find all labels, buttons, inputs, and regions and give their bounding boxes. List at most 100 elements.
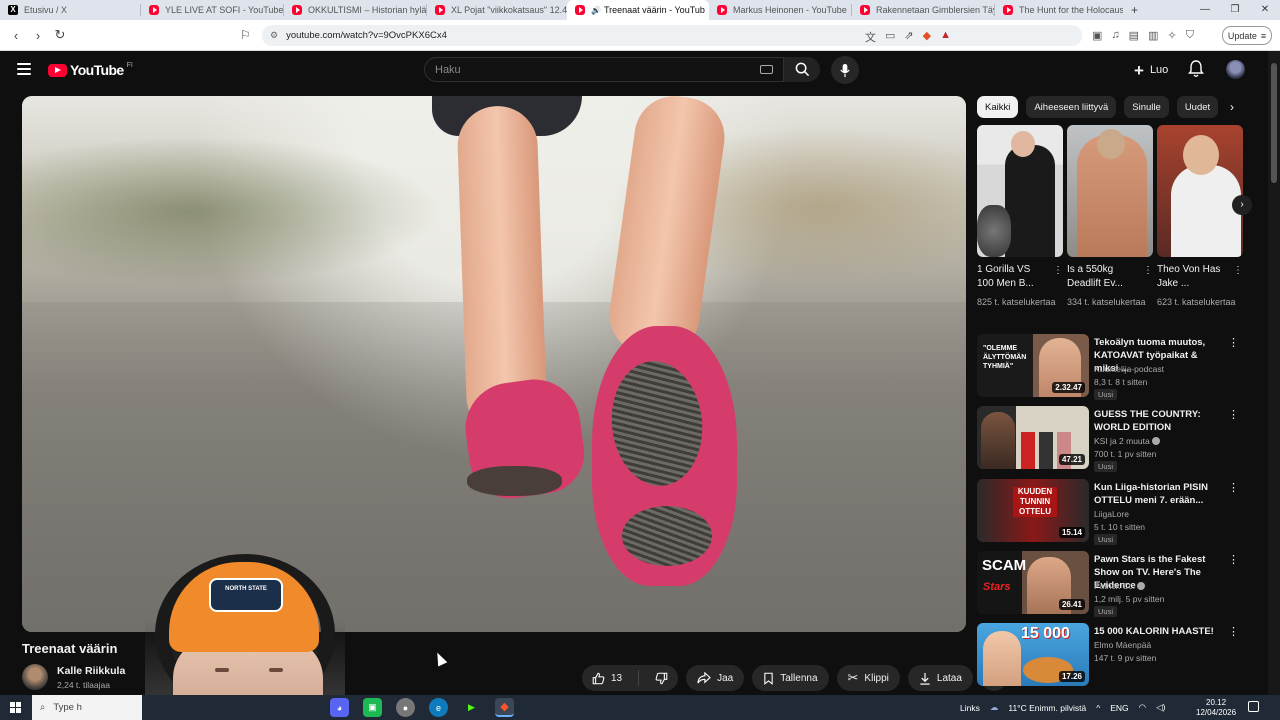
reading-list-icon[interactable]: ▤	[1129, 29, 1139, 42]
short-item[interactable]: 1 Gorilla VS 100 Men B... ⋮ 825 t. katse…	[977, 125, 1063, 307]
cast-icon[interactable]: ▭	[885, 29, 895, 45]
new-tab-button[interactable]: +	[1131, 3, 1138, 17]
video-thumbnail[interactable]: 47.21	[977, 406, 1089, 469]
translate-icon[interactable]: 文	[865, 29, 876, 45]
video-title[interactable]: Kun Liiga-historian PISIN OTTELU meni 7.…	[1094, 481, 1224, 507]
chevron-up-icon[interactable]: ^	[1096, 703, 1100, 713]
links-toolbar[interactable]: Links	[960, 703, 980, 713]
save-button[interactable]: Tallenna	[752, 665, 829, 691]
taskbar-search[interactable]: ⌕ Type h	[32, 695, 142, 720]
wifi-icon[interactable]: ◠	[1139, 702, 1146, 713]
address-bar[interactable]: ⚙ youtube.com/watch?v=9OvcPKX6Cx4	[262, 25, 1082, 46]
start-button[interactable]	[0, 702, 30, 713]
bookmark-icon[interactable]: ⚐	[240, 28, 251, 42]
channel-name[interactable]: LiigaLore	[1094, 509, 1129, 519]
site-info-icon[interactable]: ⚙	[270, 30, 278, 41]
short-title[interactable]: 1 Gorilla VS 100 Men B...	[977, 263, 1047, 291]
search-button[interactable]	[784, 57, 820, 82]
browser-tab-active[interactable]: 🔊 Treenaat väärin - YouTub ✕	[567, 0, 709, 20]
more-vertical-icon[interactable]: ⋮	[1143, 265, 1153, 276]
more-vertical-icon[interactable]: ⋮	[1053, 265, 1063, 276]
search-input[interactable]: Haku	[424, 57, 784, 82]
browser-tab[interactable]: The Hunt for the Holocaust Ar	[995, 0, 1123, 20]
channel-name[interactable]: KSI ja 2 muuta	[1094, 436, 1160, 446]
page-scrollbar[interactable]	[1268, 51, 1280, 695]
edge-icon[interactable]: e	[429, 698, 448, 717]
voice-search-button[interactable]	[831, 56, 859, 84]
list-item[interactable]: SCAM Stars 26.41 Pawn Stars is the Fakes…	[977, 551, 1247, 617]
short-thumbnail[interactable]	[977, 125, 1063, 257]
dislike-button[interactable]	[645, 665, 678, 691]
share-icon[interactable]: ⇗	[904, 29, 913, 45]
volume-icon[interactable]: ◁)	[1156, 702, 1165, 713]
browser-tab[interactable]: OKKULTISMI – Historian hylätt	[284, 0, 426, 20]
forward-icon[interactable]: ›	[28, 28, 48, 43]
short-item[interactable]: Is a 550kg Deadlift Ev... ⋮ 334 t. katse…	[1067, 125, 1153, 307]
account-avatar[interactable]	[1226, 60, 1245, 79]
video-thumbnail[interactable]: KUUDEN TUNNIN OTTELU 15.14	[977, 479, 1089, 542]
short-thumbnail[interactable]	[1157, 125, 1243, 257]
vpn-icon[interactable]: ⛉	[1186, 29, 1194, 42]
notifications-bell-icon[interactable]	[1188, 60, 1204, 78]
like-button[interactable]: 13	[582, 665, 632, 691]
list-item[interactable]: 15 000 17.26 15 000 KALORIN HAASTE! Elmo…	[977, 623, 1247, 687]
list-item[interactable]: KUUDEN TUNNIN OTTELU 15.14 Kun Liiga-his…	[977, 479, 1247, 545]
browser-tab[interactable]: Markus Heinonen - YouTube	[709, 0, 851, 20]
clock[interactable]: 20.12 12/04/2026	[1196, 698, 1236, 718]
chevron-right-icon[interactable]: ›	[1232, 195, 1252, 215]
wallet-icon[interactable]: ▥	[1148, 29, 1158, 42]
channel-name[interactable]: Elmo Mäenpää	[1094, 640, 1151, 650]
browser-tab[interactable]: Rakennetaan Gimblersien Täy	[852, 0, 994, 20]
browser-tab[interactable]: YLE LIVE AT SOFI - YouTube	[141, 0, 283, 20]
more-vertical-icon[interactable]: ⋮	[1228, 625, 1239, 638]
list-item[interactable]: 47.21 GUESS THE COUNTRY: WORLD EDITION K…	[977, 406, 1247, 472]
browser-tab[interactable]: X Etusivu / X	[0, 0, 140, 20]
more-vertical-icon[interactable]: ⋮	[1228, 408, 1239, 421]
update-button[interactable]: Update ≡	[1222, 26, 1272, 45]
chip-all[interactable]: Kaikki	[977, 96, 1019, 118]
sidebar-toggle-icon[interactable]: ▣	[1092, 29, 1102, 42]
short-item[interactable]: Theo Von Has Jake ... ⋮ 623 t. katseluke…	[1157, 125, 1243, 307]
hamburger-menu-icon[interactable]	[17, 63, 31, 75]
create-button[interactable]: + Luo	[1126, 58, 1176, 82]
share-button[interactable]: Jaa	[686, 665, 745, 691]
extensions-icon[interactable]: ✧	[1167, 29, 1176, 42]
discord-icon[interactable]: ◕	[330, 698, 349, 717]
reload-icon[interactable]: ↻	[50, 27, 70, 43]
list-item[interactable]: "OLEMME ÄLYTTÖMÄN TYHMIÄ" 2.32.47 Tekoäl…	[977, 334, 1247, 400]
notifications-icon[interactable]	[1248, 701, 1259, 712]
scrollbar-thumb[interactable]	[1271, 63, 1277, 183]
more-vertical-icon[interactable]: ⋮	[1228, 481, 1239, 494]
browser-tab[interactable]: XL Pojat "viikkokatsaus" 12.4 -	[427, 0, 567, 20]
short-title[interactable]: Theo Von Has Jake ...	[1157, 263, 1227, 291]
keyboard-icon[interactable]	[760, 65, 773, 74]
more-vertical-icon[interactable]: ⋮	[1228, 336, 1239, 349]
chevron-right-icon[interactable]: ›	[1218, 96, 1246, 118]
chip-for-you[interactable]: Sinulle	[1124, 96, 1169, 118]
video-thumbnail[interactable]: 15 000 17.26	[977, 623, 1089, 686]
clip-button[interactable]: ✂ Klippi	[836, 665, 900, 691]
channel-name[interactable]: Patrick Cc:	[1094, 581, 1146, 591]
brave-icon[interactable]: ◆	[495, 698, 514, 717]
brave-shields-icon[interactable]: ◆	[923, 29, 931, 45]
download-button[interactable]: Lataa	[907, 665, 973, 691]
channel-name[interactable]: Kuuntelija-podcast	[1094, 364, 1164, 374]
minimize-icon[interactable]: —	[1190, 0, 1220, 20]
video-title[interactable]: 15 000 KALORIN HAASTE!	[1094, 625, 1224, 638]
language-indicator[interactable]: ENG	[1110, 703, 1128, 713]
video-thumbnail[interactable]: SCAM Stars 26.41	[977, 551, 1089, 614]
video-title[interactable]: GUESS THE COUNTRY: WORLD EDITION	[1094, 408, 1224, 434]
chip-related[interactable]: Aiheeseen liittyvä	[1026, 96, 1117, 118]
maximize-icon[interactable]: ❐	[1220, 0, 1250, 20]
video-thumbnail[interactable]: "OLEMME ÄLYTTÖMÄN TYHMIÄ" 2.32.47	[977, 334, 1089, 397]
youtube-logo[interactable]: YouTube FI	[48, 62, 133, 78]
close-window-icon[interactable]: ✕	[1250, 0, 1280, 20]
channel-name[interactable]: Kalle Riikkula	[57, 665, 125, 677]
music-icon[interactable]: ♫	[1111, 29, 1119, 42]
brave-rewards-icon[interactable]: ▲	[940, 29, 951, 45]
more-vertical-icon[interactable]: ⋮	[1228, 553, 1239, 566]
short-title[interactable]: Is a 550kg Deadlift Ev...	[1067, 263, 1137, 291]
more-vertical-icon[interactable]: ⋮	[1233, 265, 1243, 276]
weather-text[interactable]: 11°C Enimm. pilvistä	[1008, 703, 1086, 713]
channel-avatar[interactable]	[22, 664, 48, 690]
